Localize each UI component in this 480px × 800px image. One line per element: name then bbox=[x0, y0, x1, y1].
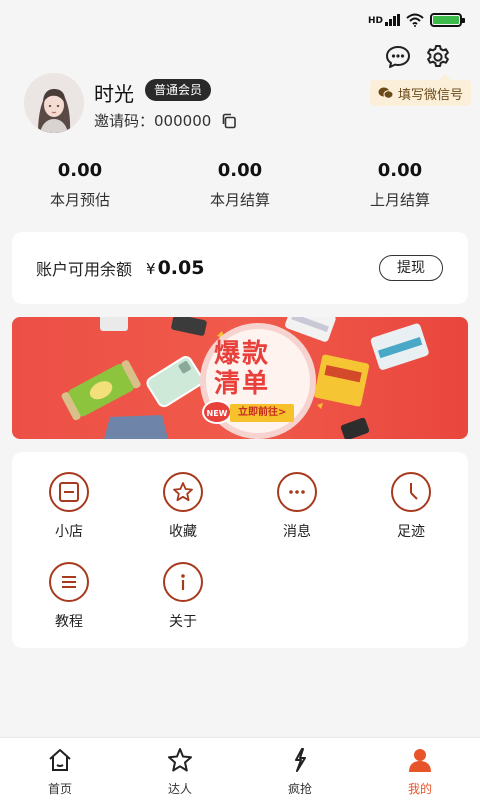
menu-item-tutorial[interactable]: 教程 bbox=[24, 562, 114, 631]
invite-code-value: 000000 bbox=[154, 112, 212, 130]
bottom-nav: 首页 达人 疯抢 我的 bbox=[0, 737, 480, 800]
balance-amount: ¥0.05 bbox=[146, 257, 204, 279]
nav-item-home[interactable]: 首页 bbox=[0, 738, 120, 800]
menu-icon bbox=[49, 562, 89, 602]
lightning-icon bbox=[295, 748, 306, 772]
stat-value: 0.00 bbox=[57, 160, 103, 181]
nav-label: 达人 bbox=[167, 782, 192, 796]
banner-new-tag: NEW bbox=[202, 400, 232, 424]
nav-label: 我的 bbox=[407, 782, 432, 796]
network-indicator: HD bbox=[368, 14, 400, 26]
chat-bubble-icon[interactable] bbox=[385, 45, 411, 69]
invite-code-row: 邀请码：000000 bbox=[94, 110, 237, 131]
stat-value: 0.00 bbox=[377, 160, 423, 181]
stat-label: 本月预估 bbox=[49, 191, 110, 209]
menu-item-label: 消息 bbox=[283, 524, 311, 540]
stat-label: 上月结算 bbox=[369, 191, 430, 209]
promo-banner[interactable]: 爆款 清单 NEW 立即前往> bbox=[12, 317, 468, 439]
battery-icon bbox=[430, 13, 465, 27]
stat-value: 0.00 bbox=[217, 160, 263, 181]
copy-icon[interactable] bbox=[221, 113, 237, 129]
invite-code-text: 邀请码：000000 bbox=[94, 110, 211, 131]
avatar[interactable] bbox=[24, 73, 84, 133]
stat-month-estimate[interactable]: 0.00 本月预估 bbox=[0, 160, 160, 210]
menu-item-favorites[interactable]: 收藏 bbox=[138, 472, 228, 541]
network-type-label: HD bbox=[367, 16, 383, 26]
balance-amount-value: 0.05 bbox=[157, 257, 205, 279]
info-icon bbox=[163, 562, 203, 602]
banner-title-line1: 爆款 bbox=[214, 339, 271, 369]
wechat-prompt-label: 填写微信号 bbox=[398, 87, 464, 103]
stat-label: 本月结算 bbox=[209, 191, 270, 209]
menu-item-messages[interactable]: 消息 bbox=[252, 472, 342, 541]
menu-item-label: 收藏 bbox=[169, 524, 197, 540]
menu-item-history[interactable]: 足迹 bbox=[366, 472, 456, 541]
menu-item-label: 足迹 bbox=[397, 524, 425, 540]
user-name: 时光 bbox=[94, 82, 134, 106]
menu-item-label: 关于 bbox=[169, 614, 197, 630]
star-icon bbox=[163, 472, 203, 512]
status-bar: HD bbox=[368, 10, 465, 30]
message-icon bbox=[277, 472, 317, 512]
clock-icon bbox=[391, 472, 431, 512]
nav-label: 首页 bbox=[47, 782, 72, 796]
nav-item-flash-sale[interactable]: 疯抢 bbox=[240, 738, 360, 800]
stat-last-month-settled[interactable]: 0.00 上月结算 bbox=[320, 160, 480, 210]
menu-item-label: 小店 bbox=[55, 524, 83, 540]
wechat-id-prompt[interactable]: 填写微信号 bbox=[370, 74, 472, 106]
nav-item-experts[interactable]: 达人 bbox=[120, 738, 240, 800]
earnings-stats: 0.00 本月预估 0.00 本月结算 0.00 上月结算 bbox=[0, 160, 480, 210]
withdraw-button[interactable]: 提现 bbox=[379, 255, 443, 281]
member-level-badge: 普通会员 bbox=[145, 79, 212, 101]
home-icon bbox=[49, 749, 71, 771]
star-icon bbox=[168, 748, 192, 772]
menu-item-about[interactable]: 关于 bbox=[138, 562, 228, 631]
banner-title-line2: 清单 bbox=[214, 369, 271, 399]
menu-item-label: 教程 bbox=[55, 614, 83, 630]
menu-item-shop[interactable]: 小店 bbox=[24, 472, 114, 541]
wechat-icon bbox=[378, 87, 394, 99]
avatar-image bbox=[24, 73, 84, 133]
banner-title: 爆款 清单 bbox=[214, 339, 270, 399]
stat-month-settled[interactable]: 0.00 本月结算 bbox=[160, 160, 320, 210]
balance-label: 账户可用余额 bbox=[36, 260, 133, 279]
currency-symbol: ¥ bbox=[146, 260, 156, 278]
nav-label: 疯抢 bbox=[287, 782, 312, 796]
feature-menu: 小店 收藏 消息 足迹 教程 关于 bbox=[12, 452, 468, 648]
user-icon bbox=[409, 749, 431, 772]
invite-code-label: 邀请码： bbox=[94, 112, 155, 130]
balance-card: 账户可用余额 ¥0.05 提现 bbox=[12, 232, 468, 304]
gear-icon[interactable] bbox=[425, 44, 451, 70]
shop-icon bbox=[49, 472, 89, 512]
nav-item-mine[interactable]: 我的 bbox=[360, 738, 480, 800]
signal-icon bbox=[385, 14, 400, 26]
banner-cta[interactable]: 立即前往> bbox=[230, 404, 295, 422]
wifi-icon bbox=[406, 13, 424, 27]
